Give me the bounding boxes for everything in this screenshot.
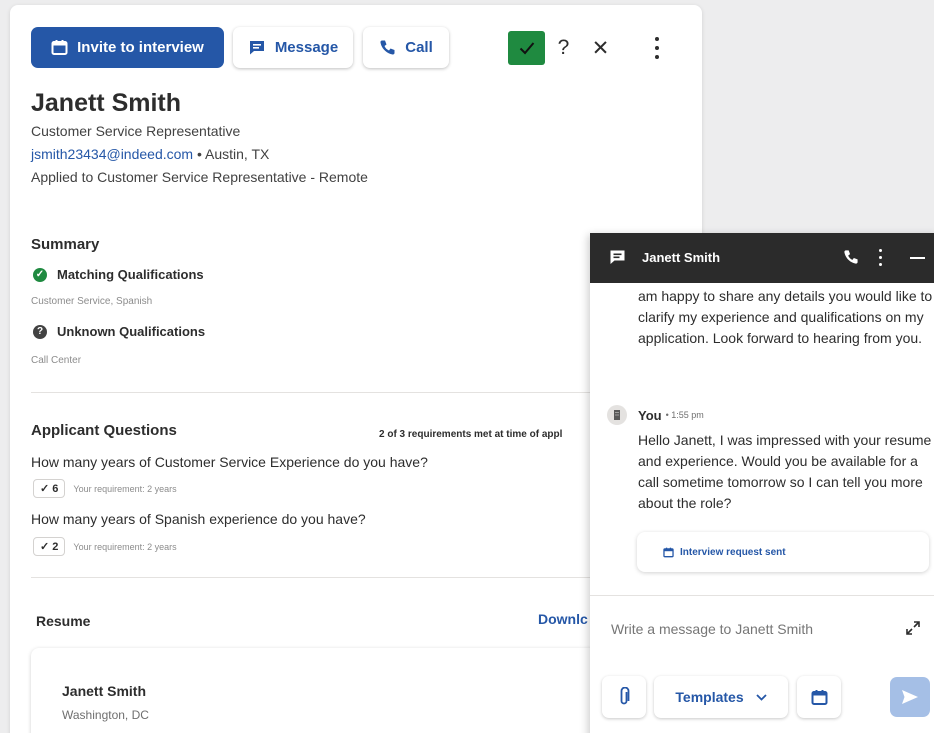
invite-to-interview-button[interactable]: Invite to interview	[31, 27, 224, 68]
requirement-text: Your requirement: 2 years	[73, 483, 177, 494]
requirement-text: Your requirement: 2 years	[73, 541, 177, 552]
question-text: How many years of Spanish experience do …	[31, 511, 366, 527]
compose-divider	[590, 595, 934, 596]
answer-chip: ✓ 2	[33, 537, 66, 556]
download-resume-link[interactable]: Downlc	[538, 611, 588, 627]
question-text: How many years of Customer Service Exper…	[31, 454, 428, 470]
call-button-label: Call	[405, 39, 433, 56]
attach-button[interactable]	[602, 676, 646, 718]
candidate-email-link[interactable]: jsmith23434@indeed.com	[31, 146, 193, 162]
resume-label: Resume	[36, 613, 91, 629]
resume-location: Washington, DC	[62, 708, 149, 722]
chat-title: Janett Smith	[642, 250, 721, 265]
unknown-qualifications-label: Unknown Qualifications	[57, 324, 206, 339]
send-icon	[902, 690, 918, 704]
interview-request-badge: Interview request sent	[637, 532, 929, 572]
expand-icon[interactable]	[905, 620, 921, 636]
calendar-icon	[663, 547, 674, 557]
status-yes-button[interactable]	[508, 31, 545, 65]
answer-chip: ✓ 6	[33, 479, 66, 498]
candidate-name: Janett Smith	[31, 89, 182, 117]
candidate-title: Customer Service Representative	[31, 123, 241, 139]
templates-label: Templates	[675, 689, 744, 705]
unknown-qualifications: ? Unknown Qualifications	[33, 324, 205, 339]
calendar-icon	[51, 40, 68, 55]
action-bar: Invite to interview Message Call ? ✕	[31, 27, 681, 69]
status-maybe-button[interactable]: ?	[545, 31, 582, 65]
minimize-icon[interactable]	[910, 257, 925, 259]
send-button[interactable]	[890, 677, 930, 717]
candidate-location: • Austin, TX	[193, 146, 270, 162]
message-input[interactable]: Write a message to Janett Smith	[611, 621, 813, 637]
interview-request-label: Interview request sent	[680, 546, 786, 558]
chat-window: Janett Smith am happy to share any detai…	[590, 233, 934, 733]
question-circle-icon: ?	[33, 324, 47, 339]
matching-qualifications-items: Customer Service, Spanish	[31, 296, 153, 307]
message-button-label: Message	[274, 39, 339, 56]
paperclip-icon	[620, 687, 630, 705]
schedule-interview-button[interactable]	[797, 676, 841, 718]
matching-qualifications-label: Matching Qualifications	[57, 267, 204, 282]
phone-icon	[380, 40, 395, 55]
applicant-questions-title: Applicant Questions	[31, 422, 177, 439]
status-no-button[interactable]: ✕	[582, 31, 619, 65]
check-circle-icon: ✓	[33, 267, 47, 282]
unknown-qualifications-items: Call Center	[31, 355, 82, 366]
calendar-icon	[811, 689, 827, 705]
outgoing-message-header: You • 1:55 pm	[607, 405, 704, 425]
check-icon	[519, 42, 534, 55]
question-answer: ✓ 2 Your requirement: 2 years	[33, 537, 177, 556]
chevron-down-icon	[755, 693, 767, 701]
message-timestamp: • 1:55 pm	[665, 410, 704, 420]
incoming-message: am happy to share any details you would …	[638, 288, 933, 346]
question-answer: ✓ 6 Your requirement: 2 years	[33, 479, 177, 498]
phone-icon[interactable]	[843, 249, 859, 265]
candidate-contact: jsmith23434@indeed.com • Austin, TX	[31, 146, 269, 162]
summary-title: Summary	[31, 236, 100, 253]
chat-header: Janett Smith	[590, 233, 934, 283]
sender-name: You	[638, 407, 662, 423]
building-icon	[614, 410, 620, 420]
call-button[interactable]: Call	[363, 27, 449, 68]
templates-dropdown[interactable]: Templates	[654, 676, 788, 718]
outgoing-message: Hello Janett, I was impressed with your …	[638, 432, 932, 511]
invite-button-label: Invite to interview	[77, 39, 204, 56]
candidate-status-group: ? ✕	[508, 31, 619, 65]
message-icon	[249, 41, 264, 55]
resume-name: Janett Smith	[62, 683, 147, 699]
message-icon	[610, 250, 625, 264]
avatar	[607, 405, 627, 425]
applied-job: Applied to Customer Service Representati…	[31, 169, 368, 185]
requirements-met-note: 2 of 3 requirements met at time of appl	[379, 429, 563, 440]
message-button[interactable]: Message	[233, 27, 353, 68]
matching-qualifications: ✓ Matching Qualifications	[33, 267, 204, 282]
more-vertical-icon[interactable]	[651, 37, 663, 59]
more-vertical-icon[interactable]	[879, 249, 883, 266]
